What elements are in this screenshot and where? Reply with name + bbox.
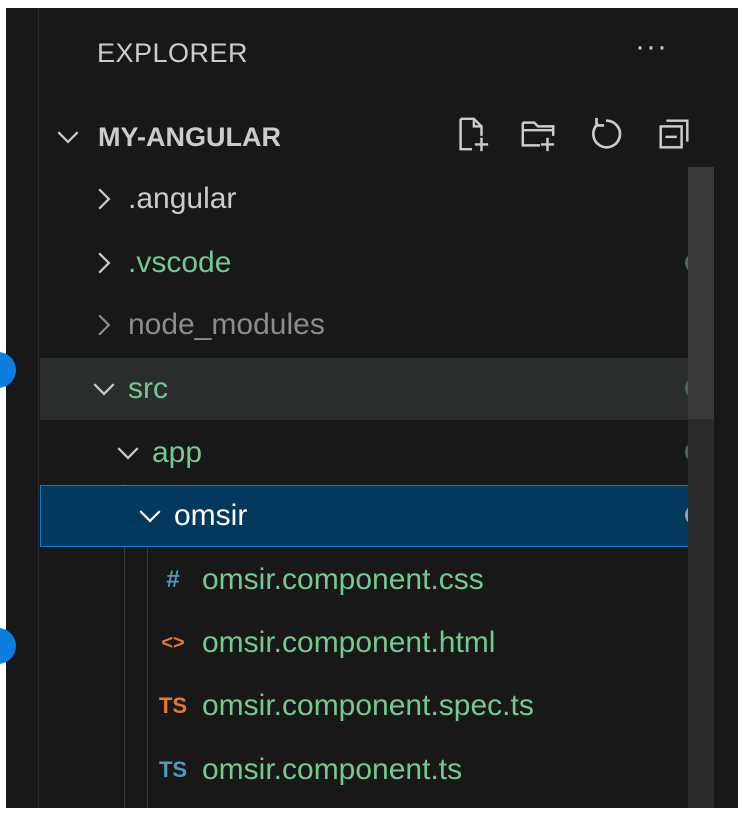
css-file-icon: # — [166, 566, 180, 593]
tree-item-label: omsir.component.ts — [202, 753, 463, 786]
tree-item-omsir-component-ts[interactable]: TS omsir.component.ts U — [40, 739, 714, 801]
refresh-icon[interactable] — [586, 114, 626, 154]
chevron-right-icon — [90, 185, 118, 213]
typescript-spec-file-icon: TS — [158, 693, 188, 718]
tree-item-label: src — [128, 372, 168, 405]
tree-item-omsir-component-css[interactable]: # omsir.component.css U — [40, 549, 714, 611]
chevron-right-icon — [90, 311, 118, 339]
tree-item-angular[interactable]: .angular — [40, 168, 714, 230]
tree-item-omsir-component-html[interactable]: <> omsir.component.html U — [40, 612, 714, 674]
tree-item-label: omsir — [174, 499, 248, 532]
chevron-right-icon — [90, 249, 118, 277]
chevron-down-icon — [114, 439, 142, 467]
tree-item-label: omsir.component.css — [202, 563, 484, 596]
tree-item-label: omsir.component.html — [202, 626, 496, 659]
tree-item-node-modules[interactable]: node_modules — [40, 294, 714, 356]
tree-item-label: omsir.component.spec.ts — [202, 689, 534, 722]
tree-item-omsir-component-spec-ts[interactable]: TS omsir.component.spec.ts U — [40, 675, 714, 737]
chevron-down-icon — [136, 502, 164, 530]
scrollbar-thumb[interactable] — [688, 167, 714, 419]
tree-item-label: .angular — [128, 182, 237, 215]
more-actions-icon[interactable]: ··· — [635, 30, 668, 64]
tree-item-label: node_modules — [128, 308, 325, 341]
chevron-down-icon — [54, 123, 82, 151]
activity-bar-edge — [6, 8, 39, 808]
tree-item-omsir[interactable]: omsir — [40, 485, 714, 547]
collapse-all-icon[interactable] — [654, 114, 694, 154]
tree-item-src[interactable]: src — [40, 358, 714, 420]
tree-item-label: .vscode — [128, 246, 232, 279]
section-title: MY-ANGULAR — [98, 121, 281, 152]
chevron-down-icon — [90, 375, 118, 403]
typescript-file-icon: TS — [158, 757, 188, 782]
tree-item-label: app — [152, 436, 203, 469]
explorer-title: EXPLORER — [97, 38, 249, 68]
new-folder-icon[interactable] — [518, 114, 558, 154]
tree-item-vscode[interactable]: .vscode — [40, 232, 714, 294]
tree-item-app[interactable]: app — [40, 422, 714, 484]
new-file-icon[interactable] — [452, 114, 492, 154]
vertical-scrollbar[interactable] — [688, 167, 714, 808]
html-file-icon: <> — [161, 631, 185, 654]
